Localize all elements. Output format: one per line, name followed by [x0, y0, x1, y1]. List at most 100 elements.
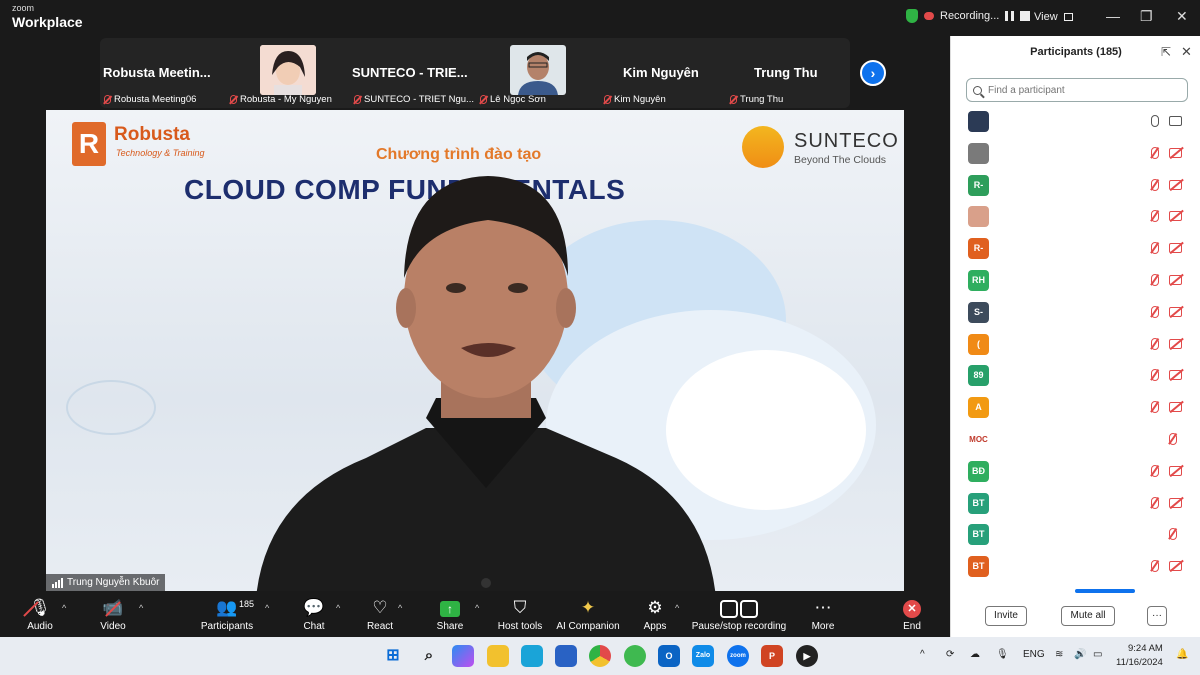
participant-row[interactable]: BĐ — [951, 456, 1200, 488]
participant-row[interactable]: 89 — [951, 360, 1200, 392]
stop-recording-icon[interactable] — [1020, 11, 1031, 21]
muted-mic-icon[interactable] — [1169, 432, 1177, 445]
pause-recording-icon[interactable] — [1005, 11, 1015, 21]
participant-row[interactable]: ( — [951, 329, 1200, 361]
camera-off-icon[interactable] — [1169, 465, 1182, 476]
mic-icon[interactable] — [1151, 115, 1159, 127]
camera-off-icon[interactable] — [1169, 243, 1182, 254]
camera-off-icon[interactable] — [1169, 561, 1182, 572]
notification-icon[interactable]: 🔔 — [1176, 649, 1188, 660]
close-icon[interactable]: ✕ — [1176, 8, 1188, 25]
share-options-caret-icon[interactable]: ^ — [475, 603, 479, 613]
recording-indicator[interactable]: Recording... — [906, 9, 1031, 23]
participants-button[interactable]: 👥 185 Participants — [187, 597, 267, 632]
app-icon[interactable] — [624, 645, 646, 667]
muted-mic-icon[interactable] — [1151, 496, 1159, 509]
list-scroll-indicator[interactable] — [1075, 589, 1135, 593]
participant-list[interactable]: R- R- RH S- (89 A MOC BĐ BT BT BT — [951, 106, 1200, 590]
search-icon[interactable]: ⌕ — [418, 645, 440, 667]
pause-stop-recording-button[interactable]: Pause/stop recording — [690, 597, 788, 632]
more-button[interactable]: ⋯ More — [783, 597, 863, 632]
volume-icon[interactable]: 🔊 — [1074, 649, 1086, 660]
media-player-icon[interactable]: ▶ — [796, 645, 818, 667]
wifi-icon[interactable]: ≋ — [1055, 649, 1063, 660]
participant-row[interactable] — [951, 106, 1200, 138]
muted-mic-icon[interactable] — [1151, 210, 1159, 223]
muted-mic-icon[interactable] — [1151, 560, 1159, 573]
more-options-button[interactable]: ··· — [1147, 606, 1167, 626]
muted-mic-icon[interactable] — [1151, 242, 1159, 255]
restore-icon[interactable]: ❐ — [1140, 8, 1153, 25]
language-indicator[interactable]: ENG — [1023, 649, 1045, 660]
copilot-icon[interactable] — [452, 645, 474, 667]
battery-icon[interactable]: ▭ — [1093, 649, 1102, 660]
video-options-caret-icon[interactable]: ^ — [139, 603, 143, 613]
store-icon[interactable] — [555, 645, 577, 667]
participants-options-caret-icon[interactable]: ^ — [265, 603, 269, 613]
muted-mic-icon[interactable] — [1151, 337, 1159, 350]
participant-tile[interactable]: Lê Ngọc Sơn — [480, 38, 600, 108]
chevron-right-icon[interactable]: › — [860, 60, 886, 86]
tray-chevron-icon[interactable]: ^ — [920, 649, 925, 660]
muted-mic-icon[interactable] — [1151, 146, 1159, 159]
powerpoint-icon[interactable]: P — [761, 645, 783, 667]
apps-options-caret-icon[interactable]: ^ — [675, 603, 679, 613]
close-panel-icon[interactable]: ✕ — [1181, 44, 1192, 60]
participant-tile[interactable]: Kim Nguyên Kim Nguyên — [600, 38, 730, 108]
react-button[interactable]: ♡ React — [340, 597, 420, 632]
muted-mic-icon[interactable] — [1151, 178, 1159, 191]
zoom-icon[interactable]: zoom — [727, 645, 749, 667]
muted-mic-icon[interactable] — [1151, 273, 1159, 286]
participant-row[interactable] — [951, 138, 1200, 170]
cloud-icon[interactable]: ☁ — [970, 649, 980, 660]
camera-off-icon[interactable] — [1169, 497, 1182, 508]
audio-options-caret-icon[interactable]: ^ — [62, 603, 66, 613]
muted-mic-icon[interactable] — [1151, 305, 1159, 318]
view-button[interactable]: View — [1034, 11, 1073, 23]
pop-out-icon[interactable]: ⇱ — [1161, 45, 1171, 59]
muted-mic-icon[interactable] — [1151, 401, 1159, 414]
participant-search[interactable] — [966, 78, 1188, 102]
muted-mic-icon[interactable] — [1169, 528, 1177, 541]
camera-off-icon[interactable] — [1169, 338, 1182, 349]
windows-start-icon[interactable]: ⊞ — [382, 645, 404, 667]
participant-row[interactable]: R- — [951, 170, 1200, 202]
audio-button[interactable]: 🎙 Audio — [0, 597, 80, 632]
edge-icon[interactable] — [521, 645, 543, 667]
participant-row[interactable] — [951, 201, 1200, 233]
participant-row[interactable]: A — [951, 392, 1200, 424]
clock[interactable]: 9:24 AM 11/16/2024 — [1116, 642, 1163, 670]
muted-mic-icon[interactable] — [1151, 464, 1159, 477]
security-shield-icon[interactable] — [906, 9, 918, 23]
camera-off-icon[interactable] — [1169, 179, 1182, 190]
participant-row[interactable]: RH — [951, 265, 1200, 297]
participant-row[interactable]: MOC — [951, 424, 1200, 456]
participant-tile[interactable]: SUNTECO - TRIE... SUNTECO - TRIET Ngu... — [350, 38, 480, 108]
camera-off-icon[interactable] — [1169, 274, 1182, 285]
camera-off-icon[interactable] — [1169, 147, 1182, 158]
sync-icon[interactable]: ⟳ — [946, 649, 954, 660]
camera-off-icon[interactable] — [1169, 402, 1182, 413]
participant-tile[interactable]: Trung Thu Trung Thu — [730, 38, 850, 108]
react-options-caret-icon[interactable]: ^ — [398, 603, 402, 613]
mute-all-button[interactable]: Mute all — [1061, 606, 1115, 626]
participant-row[interactable]: R- — [951, 233, 1200, 265]
camera-icon[interactable] — [1169, 116, 1182, 126]
minimize-icon[interactable]: — — [1106, 8, 1120, 24]
muted-mic-icon[interactable] — [1151, 369, 1159, 382]
participant-row[interactable]: BT — [951, 551, 1200, 583]
camera-off-icon[interactable] — [1169, 306, 1182, 317]
participant-row[interactable]: S- — [951, 297, 1200, 329]
participant-tile[interactable]: Robusta Meetin... Robusta Meeting06 — [100, 38, 230, 108]
participant-tile[interactable]: Robusta - My Nguyen — [230, 38, 350, 108]
camera-off-icon[interactable] — [1169, 211, 1182, 222]
search-input[interactable] — [988, 84, 1178, 96]
participant-row[interactable]: BT — [951, 488, 1200, 520]
invite-button[interactable]: Invite — [985, 606, 1027, 626]
microphone-icon[interactable]: 🎙 — [996, 649, 1009, 660]
file-explorer-icon[interactable] — [487, 645, 509, 667]
end-meeting-button[interactable]: ✕ End — [872, 597, 952, 632]
outlook-icon[interactable]: O — [658, 645, 680, 667]
camera-off-icon[interactable] — [1169, 370, 1182, 381]
participant-row[interactable]: BT — [951, 519, 1200, 551]
